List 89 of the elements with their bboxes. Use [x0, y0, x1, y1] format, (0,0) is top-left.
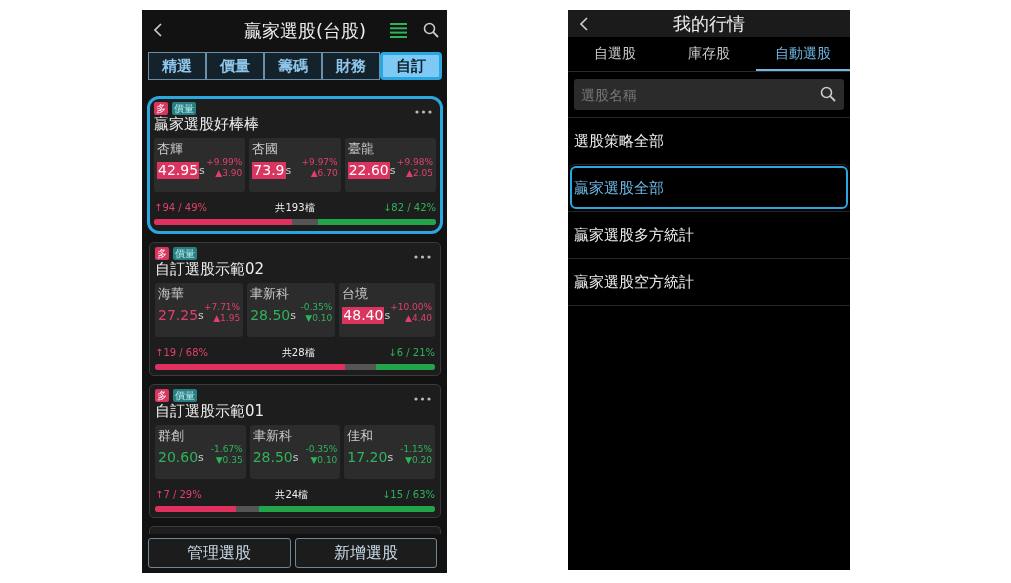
total-count: 共28檔 [281, 346, 315, 360]
search-field[interactable]: 選股名稱 [574, 79, 844, 110]
percent-change: -1.15% [400, 444, 432, 455]
category-tab[interactable]: 精選 [148, 52, 206, 80]
stock-price: 28.50 [252, 449, 293, 466]
percent-change: -1.67% [210, 444, 243, 455]
suffix-label: s [285, 162, 292, 179]
market-tab[interactable]: 庫存股 [662, 37, 756, 71]
total-count: 共193檔 [275, 201, 315, 215]
screen-title: 我的行情 [673, 12, 745, 36]
price-change: ▲2.05 [405, 168, 433, 179]
suffix-label: s [292, 449, 299, 466]
footer-button[interactable]: 新增選股 [294, 538, 437, 568]
market-tab[interactable]: 自選股 [568, 37, 662, 71]
percent-change: +7.71% [204, 302, 241, 313]
percent-change: -0.35% [300, 302, 333, 313]
price-change: ▼0.10 [309, 455, 338, 466]
stock-price: 28.50 [250, 307, 291, 324]
more-icon[interactable] [414, 397, 431, 401]
suffix-label: s [198, 307, 204, 324]
stock-name: 台境 [342, 285, 370, 302]
percent-change: -0.35% [305, 444, 338, 455]
down-count: ↓15 / 63% [381, 488, 435, 502]
strategy-name: 自訂選股示範02 [155, 260, 266, 279]
suffix-label: s [198, 449, 204, 466]
stock-price: 48.40 [342, 307, 385, 324]
tag: 價量 [172, 102, 196, 115]
back-icon[interactable] [154, 23, 163, 37]
stock-name: 杏輝 [157, 140, 184, 157]
down-count: ↓6 / 21% [388, 346, 435, 360]
price-change: ▼0.10 [304, 313, 333, 324]
strategy-list-item[interactable]: 選股策略全部 [568, 117, 850, 164]
stock-tile[interactable]: 杏國 73.9s +9.97% ▲6.70 [249, 138, 341, 192]
suffix-label: s [389, 162, 396, 179]
market-tab[interactable]: 自動選股 [756, 37, 850, 71]
category-tab[interactable]: 財務 [322, 52, 380, 80]
price-change: ▲1.95 [212, 313, 241, 324]
stock-name: 聿新科 [250, 285, 291, 302]
stock-name: 群創 [158, 427, 185, 444]
suffix-label: s [384, 307, 391, 324]
screen-title: 贏家選股(台股) [243, 18, 366, 43]
down-count: ↓82 / 42% [382, 201, 436, 215]
strategy-list-item[interactable]: 贏家選股空方統計 [568, 258, 850, 305]
price-change: ▼0.20 [404, 455, 432, 466]
more-icon[interactable] [415, 110, 432, 114]
tag: 價量 [173, 389, 197, 402]
stock-price: 73.9 [252, 162, 286, 179]
price-change: ▼0.35 [214, 455, 243, 466]
price-change: ▲4.40 [404, 313, 432, 324]
strategy-name: 自訂選股示範01 [155, 402, 266, 421]
tag: 多 [155, 247, 169, 260]
strategy-name: 贏家選股好棒棒 [154, 115, 260, 134]
stock-price: 22.60 [347, 162, 390, 179]
percent-change: +9.97% [301, 157, 338, 168]
more-icon[interactable] [414, 255, 431, 259]
price-change: ▲3.90 [214, 168, 243, 179]
stock-name: 海華 [158, 285, 185, 302]
strategy-list-item[interactable]: 贏家選股全部 [568, 164, 850, 211]
percent-change: +9.99% [206, 157, 243, 168]
percent-change: +10.00% [390, 302, 432, 313]
suffix-label: s [387, 449, 394, 466]
percent-change: +9.98% [396, 157, 433, 168]
strategy-list-item[interactable]: 贏家選股多方統計 [568, 211, 850, 258]
stock-price: 17.20 [347, 449, 388, 466]
up-count: ↑7 / 29% [155, 488, 202, 502]
category-tab[interactable]: 自訂 [380, 52, 442, 80]
stock-name: 佳和 [347, 427, 375, 444]
back-icon[interactable] [580, 16, 589, 31]
price-change: ▲6.70 [309, 168, 338, 179]
category-tab[interactable]: 籌碼 [264, 52, 322, 80]
stock-name: 臺龍 [347, 140, 375, 157]
category-tab[interactable]: 價量 [206, 52, 264, 80]
up-count: ↑19 / 68% [155, 346, 209, 360]
total-count: 共24檔 [275, 488, 309, 502]
list-menu-icon[interactable] [390, 22, 407, 38]
stock-name: 聿新科 [252, 427, 293, 444]
suffix-label: s [199, 162, 205, 179]
tag: 價量 [173, 247, 197, 260]
stock-price: 20.60 [158, 449, 199, 466]
search-icon[interactable] [423, 22, 439, 38]
stock-price: 42.95 [157, 162, 200, 179]
stock-name: 杏國 [252, 140, 280, 157]
tag: 多 [155, 389, 169, 402]
stock-price: 27.25 [158, 307, 199, 324]
suffix-label: s [290, 307, 296, 324]
search-icon[interactable] [820, 86, 836, 102]
up-count: ↑94 / 49% [154, 201, 208, 215]
tag: 多 [154, 102, 168, 115]
footer-button[interactable]: 管理選股 [148, 538, 291, 568]
